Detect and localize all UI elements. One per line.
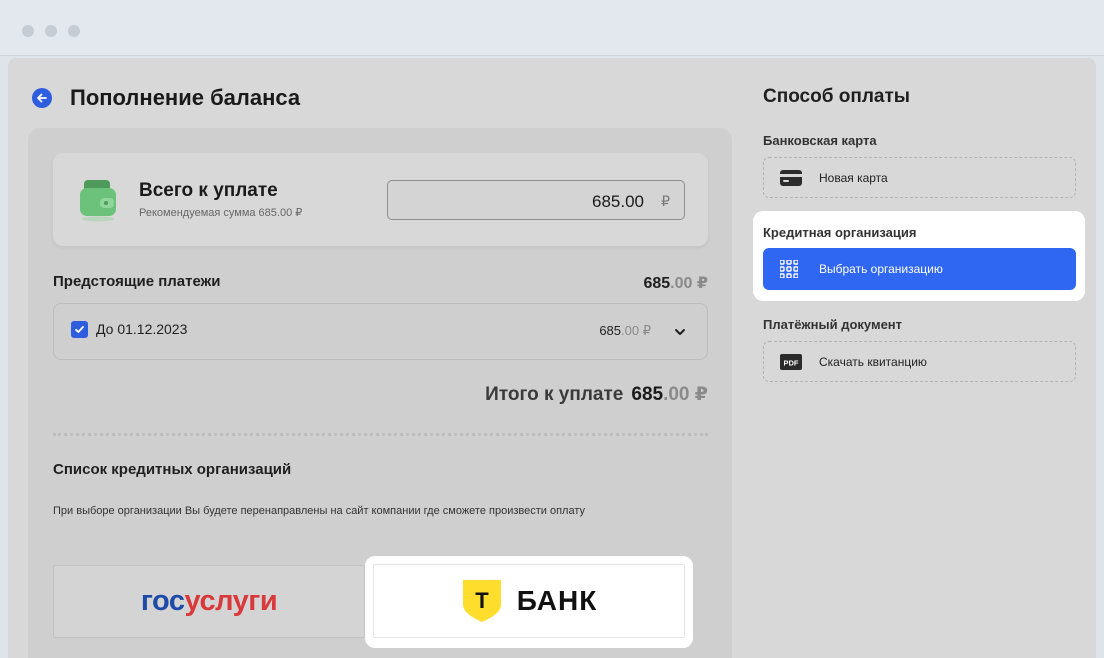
gosuslugi-option[interactable]: госуслуги [53, 565, 365, 638]
gosuslugi-logo-part2: услуги [184, 585, 278, 617]
amount-input[interactable]: 685.00 ₽ [387, 180, 685, 220]
gosuslugi-logo-part1: гос [140, 585, 185, 617]
bank-card-label: Банковская карта [763, 133, 877, 148]
payment-amount-dec: .00 ₽ [621, 323, 651, 338]
payment-amount: 685.00 ₽ [599, 323, 651, 339]
tbank-logo-text: БАНК [516, 585, 598, 616]
credit-orgs-title: Список кредитных организаций [53, 461, 292, 478]
tbank-shield-letter: Т [475, 588, 489, 613]
page-title: Пополнение баланса [70, 85, 301, 110]
upcoming-total-int: 685 [643, 275, 671, 292]
recommended-amount: Рекомендуемая сумма 685.00 ₽ [139, 207, 303, 219]
wallet-icon [80, 180, 116, 222]
payment-row[interactable]: До 01.12.2023 685.00 ₽ [53, 303, 708, 360]
window-close-dot[interactable] [22, 25, 34, 37]
grand-total-int: 685 [631, 384, 664, 405]
amount-value: 685.00 [592, 192, 644, 211]
credit-org-label: Кредитная организация [763, 225, 917, 240]
arrow-left-icon [37, 93, 47, 103]
credit-card-icon [780, 170, 802, 186]
grand-total-dec: .00 ₽ [663, 384, 708, 405]
pdf-icon: PDF [780, 354, 802, 370]
credit-org-section: Кредитная организация Выбрать организаци… [753, 211, 1085, 301]
payment-doc-label: Платёжный документ [763, 317, 903, 332]
window-minimize-dot[interactable] [45, 25, 57, 37]
new-card-option[interactable]: Новая карта [763, 157, 1076, 198]
check-icon [75, 326, 84, 333]
download-receipt-option[interactable]: PDF Скачать квитанцию [763, 341, 1076, 382]
new-card-label: Новая карта [819, 171, 888, 185]
tbank-option[interactable]: Т БАНК [373, 564, 685, 638]
window-title-bar [0, 0, 1104, 56]
grand-total: Итого к уплате 685.00 ₽ [485, 383, 708, 406]
tbank-option-highlight: Т БАНК [365, 556, 693, 648]
download-receipt-label: Скачать квитанцию [819, 355, 927, 369]
currency-symbol: ₽ [661, 193, 670, 209]
choose-organization-label: Выбрать организацию [819, 262, 943, 276]
app-screen: Пополнение баланса Всего к уплате Рекоме… [8, 58, 1096, 658]
window-maximize-dot[interactable] [68, 25, 80, 37]
choose-organization-button[interactable]: Выбрать организацию [763, 248, 1076, 290]
credit-orgs-description: При выборе организации Вы будете перенап… [53, 505, 586, 517]
chevron-down-icon[interactable] [673, 325, 687, 339]
upcoming-total-dec: .00 ₽ [670, 275, 708, 292]
tbank-shield-icon: Т [462, 580, 501, 622]
upcoming-payments-total: 685.00 ₽ [643, 273, 708, 293]
grand-total-label: Итого к уплате [485, 384, 624, 405]
dotted-divider [53, 433, 708, 436]
upcoming-payments-label: Предстоящие платежи [53, 273, 221, 290]
total-title: Всего к уплате [139, 180, 278, 201]
payment-amount-int: 685 [599, 323, 622, 338]
gosuslugi-logo: госуслуги [140, 585, 278, 618]
grid-icon [780, 260, 798, 278]
back-button[interactable] [32, 88, 52, 108]
payment-date: До 01.12.2023 [96, 321, 188, 337]
pdf-badge-text: PDF [784, 359, 799, 368]
payment-checkbox[interactable] [71, 321, 88, 338]
payment-method-title: Способ оплаты [763, 86, 910, 107]
total-card: Всего к уплате Рекомендуемая сумма 685.0… [53, 153, 708, 246]
